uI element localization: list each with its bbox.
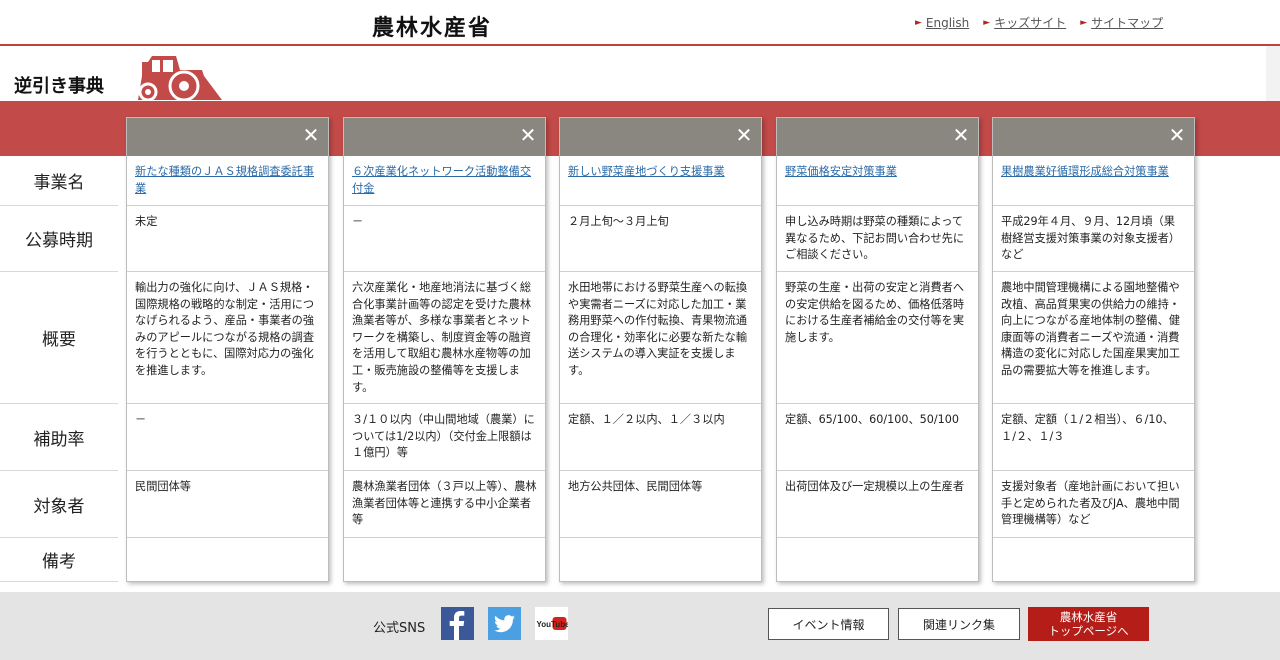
program-name-link[interactable]: ６次産業化ネットワーク活動整備交付金 (352, 165, 531, 195)
card-header: ✕ (777, 118, 978, 156)
youtube-icon[interactable]: YouTube (535, 607, 568, 640)
header-link-label[interactable]: English (926, 16, 969, 30)
cell-summary: 六次産業化・地産地消法に基づく総合化事業計画等の認定を受けた農林漁業者等が、多様… (344, 272, 545, 404)
close-icon[interactable]: ✕ (517, 124, 539, 146)
close-icon[interactable]: ✕ (950, 124, 972, 146)
cell-period: ２月上旬～３月上旬 (560, 206, 761, 272)
program-card: ✕ ６次産業化ネットワーク活動整備交付金 － 六次産業化・地産地消法に基づく総合… (343, 117, 546, 582)
program-card: ✕ 果樹農業好循環形成総合対策事業 平成29年４月、９月、12月頃（果樹経営支援… (992, 117, 1195, 582)
row-label-period: 公募時期 (0, 206, 118, 272)
cell-summary: 農地中間管理機構による園地整備や改植、高品質果実の供給力の維持・向上につながる産… (993, 272, 1194, 404)
maff-top-page-button[interactable]: 農林水産省 トップページへ (1028, 607, 1149, 641)
program-card: ✕ 新たな種類のＪＡＳ規格調査委託事業 未定 輸出力の強化に向け、ＪＡＳ規格・国… (126, 117, 329, 582)
cell-rate: 定額、１／２以内、１／３以内 (560, 404, 761, 471)
footer: 公式SNS YouTube イベント情報 関連リンク集 農林水産省 トップページ… (0, 592, 1280, 660)
tractor-icon (138, 56, 222, 102)
cell-rate: － (127, 404, 328, 471)
scrollbar[interactable] (1266, 46, 1280, 101)
chevron-right-icon: ► (983, 17, 991, 28)
cell-summary: 水田地帯における野菜生産への転換や実需者ニーズに対応した加工・業務用野菜への作付… (560, 272, 761, 404)
facebook-icon[interactable] (441, 607, 474, 640)
header-link-english[interactable]: ► English (915, 14, 969, 31)
row-label-summary: 概要 (0, 272, 118, 404)
chevron-right-icon: ► (915, 17, 922, 28)
cell-note (777, 538, 978, 582)
cell-note (344, 538, 545, 582)
cell-name: ６次産業化ネットワーク活動整備交付金 (344, 156, 545, 206)
header-link-sitemap[interactable]: ► サイトマップ (1080, 14, 1163, 31)
program-name-link[interactable]: 新たな種類のＪＡＳ規格調査委託事業 (135, 165, 314, 195)
close-icon[interactable]: ✕ (733, 124, 755, 146)
cell-name: 新しい野菜産地づくり支援事業 (560, 156, 761, 206)
related-links-button[interactable]: 関連リンク集 (898, 608, 1020, 640)
cell-note (127, 538, 328, 582)
top-button-line1: 農林水産省 (1059, 610, 1118, 624)
sns-label: 公式SNS (373, 621, 426, 636)
program-name-link[interactable]: 野菜価格安定対策事業 (785, 165, 897, 178)
page-title: 逆引き事典 (14, 76, 104, 97)
cell-note (993, 538, 1194, 582)
close-icon[interactable]: ✕ (300, 124, 322, 146)
row-label-name: 事業名 (0, 156, 118, 206)
row-label-note: 備考 (0, 538, 118, 582)
program-card: ✕ 新しい野菜産地づくり支援事業 ２月上旬～３月上旬 水田地帯における野菜生産へ… (559, 117, 762, 582)
card-header: ✕ (560, 118, 761, 156)
card-header: ✕ (344, 118, 545, 156)
row-label-target: 対象者 (0, 471, 118, 538)
cell-period: 申し込み時期は野菜の種類によって異なるため、下記お問い合わせ先にご相談ください。 (777, 206, 978, 272)
header-link-label[interactable]: キッズサイト (994, 14, 1066, 31)
cell-period: 平成29年４月、９月、12月頃（果樹経営支援対策事業の対象支援者）など (993, 206, 1194, 272)
program-card: ✕ 野菜価格安定対策事業 申し込み時期は野菜の種類によって異なるため、下記お問い… (776, 117, 979, 582)
cell-target: 出荷団体及び一定規模以上の生産者 (777, 471, 978, 538)
cell-target: 民間団体等 (127, 471, 328, 538)
header-link-kids[interactable]: ► キッズサイト (983, 14, 1066, 31)
close-icon[interactable]: ✕ (1166, 124, 1188, 146)
twitter-icon[interactable] (488, 607, 521, 640)
cell-period: 未定 (127, 206, 328, 272)
cell-rate: ３/１０以内（中山間地域（農業）については1/2以内）（交付金上限額は１億円）等 (344, 404, 545, 471)
header-links: ► English ► キッズサイト ► サイトマップ (915, 14, 1163, 31)
youtube-wordmark: YouTube (537, 620, 569, 629)
cell-name: 野菜価格安定対策事業 (777, 156, 978, 206)
cell-name: 新たな種類のＪＡＳ規格調査委託事業 (127, 156, 328, 206)
program-name-link[interactable]: 新しい野菜産地づくり支援事業 (568, 165, 725, 178)
cell-target: 地方公共団体、民間団体等 (560, 471, 761, 538)
chevron-right-icon: ► (1080, 17, 1088, 28)
top-button-line2: トップページへ (1048, 624, 1129, 638)
cell-summary: 野菜の生産・出荷の安定と消費者への安定供給を図るため、価格低落時における生産者補… (777, 272, 978, 404)
cell-target: 支援対象者（産地計画において担い手と定められた者及びJA、農地中間管理機構等）な… (993, 471, 1194, 538)
site-header: 農林水産省 ► English ► キッズサイト ► サイトマップ (0, 0, 1280, 46)
card-header: ✕ (993, 118, 1194, 156)
cell-note (560, 538, 761, 582)
cell-name: 果樹農業好循環形成総合対策事業 (993, 156, 1194, 206)
row-label-rate: 補助率 (0, 404, 118, 471)
cell-target: 農林漁業者団体（３戸以上等）、農林漁業者団体等と連携する中小企業者等 (344, 471, 545, 538)
cell-rate: 定額、65/100、60/100、50/100 (777, 404, 978, 471)
cell-summary: 輸出力の強化に向け、ＪＡＳ規格・国際規格の戦略的な制定・活用につなげられるよう、… (127, 272, 328, 404)
card-header: ✕ (127, 118, 328, 156)
program-name-link[interactable]: 果樹農業好循環形成総合対策事業 (1001, 165, 1169, 178)
event-info-button[interactable]: イベント情報 (768, 608, 889, 640)
header-link-label[interactable]: サイトマップ (1091, 14, 1163, 31)
cell-rate: 定額、定額（１/２相当）、６/10、１/２、１/３ (993, 404, 1194, 471)
cell-period: － (344, 206, 545, 272)
ministry-logo[interactable]: 農林水産省 (372, 10, 492, 42)
